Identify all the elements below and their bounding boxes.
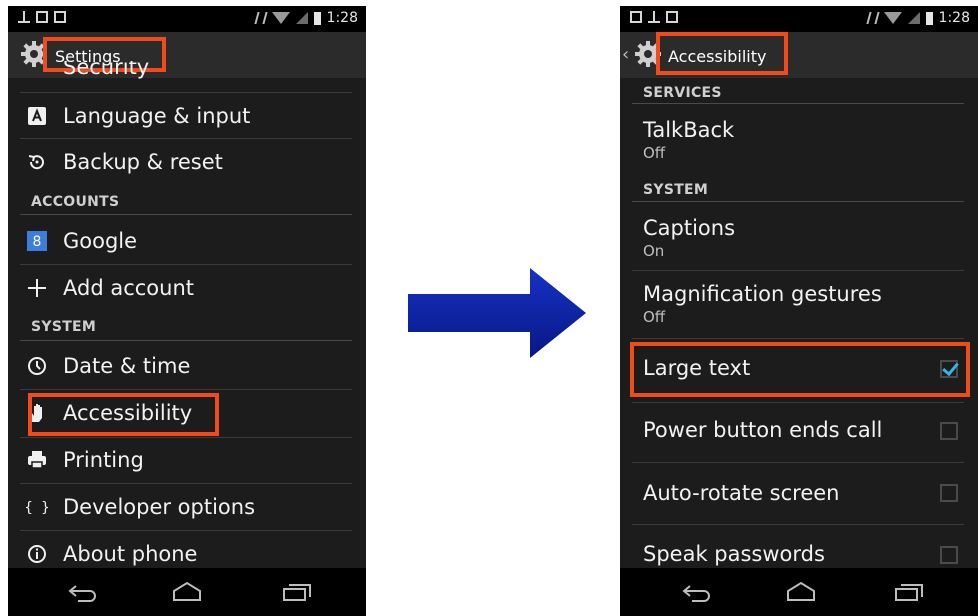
power-button-ends-call-checkbox[interactable] xyxy=(940,422,958,440)
divider xyxy=(632,462,964,463)
section-header-system: SYSTEM xyxy=(643,182,709,198)
settings-item-label: Developer options xyxy=(63,495,256,519)
gallery-icon xyxy=(54,11,66,23)
settings-item-printing[interactable]: Printing xyxy=(20,437,352,483)
divider xyxy=(20,214,352,215)
braces-icon: { } xyxy=(26,500,48,516)
status-time: 1:28 xyxy=(326,10,358,26)
item-title: Power button ends call xyxy=(643,418,883,442)
backup-icon xyxy=(28,155,44,170)
talkback-item[interactable]: TalkBack Off xyxy=(643,118,958,162)
divider xyxy=(632,402,964,403)
vibrate-icon xyxy=(865,12,880,24)
google-icon: 8 xyxy=(27,231,47,251)
vibrate-icon xyxy=(253,12,268,24)
settings-item-label: Language & input xyxy=(63,104,251,128)
item-summary: On xyxy=(643,242,665,260)
captions-item[interactable]: Captions On xyxy=(643,216,958,260)
settings-item-label: Date & time xyxy=(63,354,191,378)
title-highlight-box xyxy=(656,32,788,75)
notification-icon xyxy=(36,11,48,23)
settings-item-add-account[interactable]: Add account xyxy=(20,265,352,311)
settings-item-backup[interactable]: Backup & reset xyxy=(20,139,352,185)
printer-icon xyxy=(28,451,46,469)
notification-icon xyxy=(630,11,642,23)
section-header-system: SYSTEM xyxy=(31,319,97,335)
accessibility-screen: 1:28 ‹ Accessibility SERVICES TalkBack O… xyxy=(620,6,978,616)
item-summary: Off xyxy=(643,144,666,162)
auto-rotate-screen-item[interactable]: Auto-rotate screen xyxy=(643,481,958,511)
wifi-icon xyxy=(883,12,902,24)
language-icon xyxy=(28,107,46,125)
settings-item-label: Printing xyxy=(63,448,144,472)
signal-icon xyxy=(295,12,308,24)
item-title: Auto-rotate screen xyxy=(643,481,840,505)
divider xyxy=(632,524,964,525)
settings-screen: 1:28 Settings Security Language & input … xyxy=(8,6,366,616)
status-time: 1:28 xyxy=(938,10,970,26)
recent-apps-icon[interactable] xyxy=(280,580,314,604)
settings-item-developer-options[interactable]: { } Developer options xyxy=(20,484,352,530)
power-button-ends-call-item[interactable]: Power button ends call xyxy=(643,418,958,448)
plus-icon xyxy=(28,279,46,297)
wifi-icon xyxy=(271,12,290,24)
item-title: Magnification gestures xyxy=(643,282,882,306)
recent-apps-icon[interactable] xyxy=(892,580,926,604)
status-bar: 1:28 xyxy=(620,6,978,32)
svg-text:8: 8 xyxy=(33,234,42,250)
settings-item-date-time[interactable]: Date & time xyxy=(20,343,352,389)
gallery-icon xyxy=(666,11,678,23)
item-summary: Off xyxy=(643,308,666,326)
clock-icon xyxy=(28,357,46,375)
battery-icon xyxy=(313,11,321,25)
divider xyxy=(632,338,964,339)
settings-item-label: Add account xyxy=(63,276,194,300)
divider xyxy=(20,92,352,93)
status-bar: 1:28 xyxy=(8,6,366,32)
section-header-accounts: ACCOUNTS xyxy=(31,194,120,210)
settings-item-label: Security xyxy=(63,61,150,79)
settings-item-label: About phone xyxy=(63,542,198,566)
settings-item-label: Backup & reset xyxy=(63,150,223,174)
settings-item-language[interactable]: Language & input xyxy=(20,94,352,138)
speak-passwords-checkbox[interactable] xyxy=(940,546,958,564)
settings-item-security[interactable]: Security xyxy=(20,61,352,87)
info-icon xyxy=(28,545,46,563)
home-icon[interactable] xyxy=(784,580,818,604)
item-title: Speak passwords xyxy=(643,542,825,566)
svg-text:{ }: { } xyxy=(26,500,48,516)
back-icon[interactable] xyxy=(680,580,714,604)
divider xyxy=(20,340,352,341)
flow-arrow-icon xyxy=(408,268,586,358)
divider xyxy=(632,201,964,202)
battery-icon xyxy=(925,11,933,25)
upload-icon xyxy=(648,11,660,23)
upload-icon xyxy=(18,11,30,23)
home-icon[interactable] xyxy=(170,580,204,604)
settings-item-google[interactable]: 8 Google xyxy=(20,218,352,264)
item-title: Captions xyxy=(643,216,736,240)
auto-rotate-screen-checkbox[interactable] xyxy=(940,484,958,502)
large-text-highlight-box xyxy=(630,342,970,397)
navigation-bar xyxy=(8,568,366,616)
divider xyxy=(632,270,964,271)
divider xyxy=(632,103,964,104)
back-icon[interactable] xyxy=(66,580,100,604)
item-title: TalkBack xyxy=(643,118,735,142)
settings-item-label: Google xyxy=(63,229,138,253)
signal-icon xyxy=(907,12,920,24)
navigation-bar xyxy=(620,568,978,616)
accessibility-highlight-box xyxy=(28,393,219,436)
magnification-gestures-item[interactable]: Magnification gestures Off xyxy=(643,282,958,326)
up-caret-icon[interactable]: ‹ xyxy=(622,44,629,65)
section-header-services: SERVICES xyxy=(643,85,722,101)
